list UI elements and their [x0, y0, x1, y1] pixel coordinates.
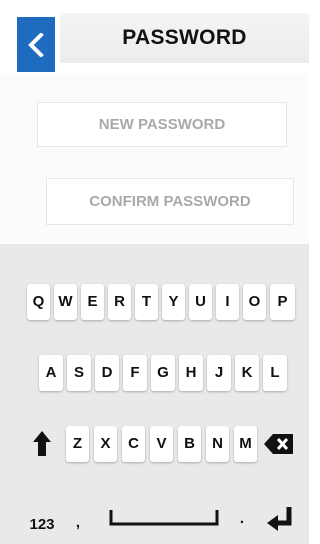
title-bar: PASSWORD [60, 13, 309, 63]
key-j[interactable]: J [207, 355, 231, 391]
comma-key[interactable]: , [71, 514, 85, 531]
spacebar-icon [109, 510, 219, 526]
back-button[interactable] [17, 17, 55, 72]
password-form: NEW PASSWORD CONFIRM PASSWORD [0, 74, 309, 244]
key-w[interactable]: W [54, 284, 77, 320]
key-m[interactable]: M [234, 426, 257, 462]
key-u[interactable]: U [189, 284, 212, 320]
header: PASSWORD [0, 0, 309, 74]
key-b[interactable]: B [178, 426, 201, 462]
shift-key[interactable] [30, 426, 54, 462]
key-i[interactable]: I [216, 284, 239, 320]
chevron-left-icon [28, 33, 44, 57]
key-x[interactable]: X [94, 426, 117, 462]
key-c[interactable]: C [122, 426, 145, 462]
key-h[interactable]: H [179, 355, 203, 391]
key-r[interactable]: R [108, 284, 131, 320]
new-password-placeholder: NEW PASSWORD [98, 116, 226, 133]
key-t[interactable]: T [135, 284, 158, 320]
key-a[interactable]: A [39, 355, 63, 391]
key-v[interactable]: V [150, 426, 173, 462]
enter-key[interactable] [264, 505, 298, 535]
key-z[interactable]: Z [66, 426, 89, 462]
spacebar-key[interactable] [108, 506, 220, 532]
key-q[interactable]: Q [27, 284, 50, 320]
key-l[interactable]: L [263, 355, 287, 391]
key-p[interactable]: P [270, 284, 295, 320]
key-g[interactable]: G [151, 355, 175, 391]
confirm-password-placeholder: CONFIRM PASSWORD [89, 193, 251, 210]
key-o[interactable]: O [243, 284, 266, 320]
new-password-field[interactable]: NEW PASSWORD [37, 102, 287, 147]
key-e[interactable]: E [81, 284, 104, 320]
shift-arrow-icon [33, 431, 51, 456]
key-f[interactable]: F [123, 355, 147, 391]
on-screen-keyboard: Q W E R T Y U I O P A S D F G H J K L Z … [0, 244, 309, 544]
confirm-password-field[interactable]: CONFIRM PASSWORD [46, 178, 294, 225]
key-n[interactable]: N [206, 426, 229, 462]
page-title: PASSWORD [122, 26, 247, 49]
key-y[interactable]: Y [162, 284, 185, 320]
key-s[interactable]: S [67, 355, 91, 391]
backspace-icon [264, 434, 293, 454]
key-d[interactable]: D [95, 355, 119, 391]
backspace-key[interactable] [262, 426, 296, 462]
key-k[interactable]: K [235, 355, 259, 391]
numbers-key[interactable]: 123 [24, 516, 60, 533]
enter-icon [267, 507, 292, 531]
period-key[interactable]: . [236, 510, 248, 527]
